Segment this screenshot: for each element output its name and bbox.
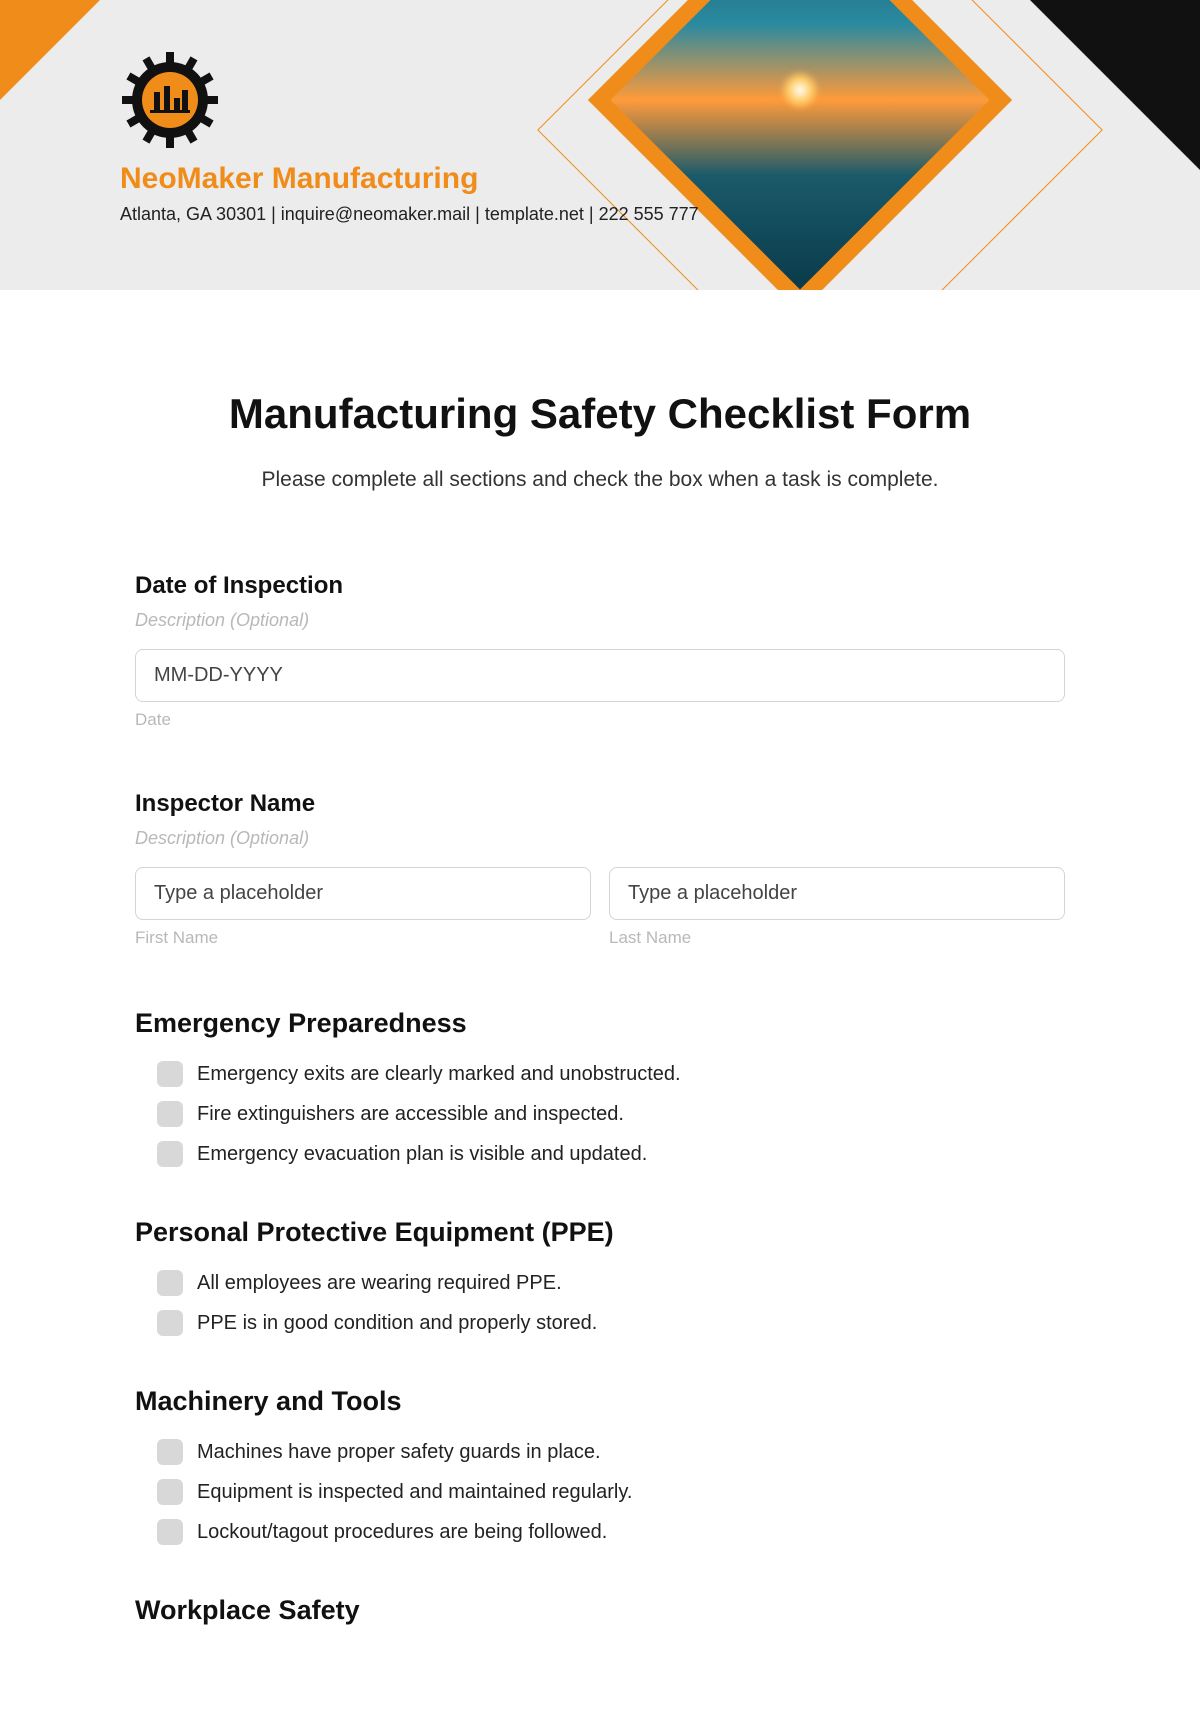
- checkbox[interactable]: [157, 1439, 183, 1465]
- checklist-section: Personal Protective Equipment (PPE) All e…: [135, 1217, 1065, 1336]
- checklist-item-label: Emergency evacuation plan is visible and…: [197, 1143, 647, 1166]
- checklist-item: Lockout/tagout procedures are being foll…: [135, 1519, 1065, 1545]
- logo-block: NeoMaker Manufacturing Atlanta, GA 30301…: [120, 50, 699, 225]
- section-title: Workplace Safety: [135, 1595, 1065, 1626]
- inspector-field-group: Inspector Name Description (Optional) Fi…: [135, 790, 1065, 948]
- last-name-sublabel: Last Name: [609, 928, 1065, 948]
- inspector-label: Inspector Name: [135, 790, 1065, 818]
- decor-triangle-top-left: [0, 0, 100, 100]
- inspector-description: Description (Optional): [135, 828, 1065, 849]
- company-contact: Atlanta, GA 30301 | inquire@neomaker.mai…: [120, 204, 699, 225]
- date-sublabel: Date: [135, 710, 1065, 730]
- first-name-input[interactable]: [135, 867, 591, 920]
- checkbox[interactable]: [157, 1310, 183, 1336]
- checklist-item: Equipment is inspected and maintained re…: [135, 1479, 1065, 1505]
- date-field-group: Date of Inspection Description (Optional…: [135, 572, 1065, 730]
- checkbox[interactable]: [157, 1519, 183, 1545]
- checklist-item-label: Equipment is inspected and maintained re…: [197, 1481, 632, 1504]
- checklist-item: Emergency evacuation plan is visible and…: [135, 1141, 1065, 1167]
- header-banner: NeoMaker Manufacturing Atlanta, GA 30301…: [0, 0, 1200, 290]
- section-title: Machinery and Tools: [135, 1386, 1065, 1417]
- company-name: NeoMaker Manufacturing: [120, 162, 699, 196]
- checklist-section: Emergency Preparedness Emergency exits ar…: [135, 1008, 1065, 1167]
- checkbox[interactable]: [157, 1141, 183, 1167]
- checklist-item: All employees are wearing required PPE.: [135, 1270, 1065, 1296]
- date-input[interactable]: [135, 649, 1065, 702]
- date-description: Description (Optional): [135, 610, 1065, 631]
- form-content: Manufacturing Safety Checklist Form Plea…: [0, 290, 1200, 1716]
- checklist-item: Machines have proper safety guards in pl…: [135, 1439, 1065, 1465]
- checklist-item-label: Fire extinguishers are accessible and in…: [197, 1103, 624, 1126]
- checkbox[interactable]: [157, 1479, 183, 1505]
- checkbox[interactable]: [157, 1101, 183, 1127]
- checklist-section: Workplace Safety: [135, 1595, 1065, 1626]
- checklist-item-label: Lockout/tagout procedures are being foll…: [197, 1521, 607, 1544]
- section-title: Personal Protective Equipment (PPE): [135, 1217, 1065, 1248]
- checklist-item-label: Emergency exits are clearly marked and u…: [197, 1063, 681, 1086]
- gear-logo-icon: [120, 50, 220, 150]
- checklist-section: Machinery and Tools Machines have proper …: [135, 1386, 1065, 1545]
- checklist-item: Emergency exits are clearly marked and u…: [135, 1061, 1065, 1087]
- page-subtitle: Please complete all sections and check t…: [135, 468, 1065, 492]
- checklist-item: PPE is in good condition and properly st…: [135, 1310, 1065, 1336]
- checklist-item-label: All employees are wearing required PPE.: [197, 1272, 562, 1295]
- checkbox[interactable]: [157, 1061, 183, 1087]
- checklist-item-label: Machines have proper safety guards in pl…: [197, 1441, 601, 1464]
- checklist-item-label: PPE is in good condition and properly st…: [197, 1312, 597, 1335]
- first-name-sublabel: First Name: [135, 928, 591, 948]
- last-name-input[interactable]: [609, 867, 1065, 920]
- date-label: Date of Inspection: [135, 572, 1065, 600]
- section-title: Emergency Preparedness: [135, 1008, 1065, 1039]
- checklist-item: Fire extinguishers are accessible and in…: [135, 1101, 1065, 1127]
- checkbox[interactable]: [157, 1270, 183, 1296]
- page-title: Manufacturing Safety Checklist Form: [135, 390, 1065, 438]
